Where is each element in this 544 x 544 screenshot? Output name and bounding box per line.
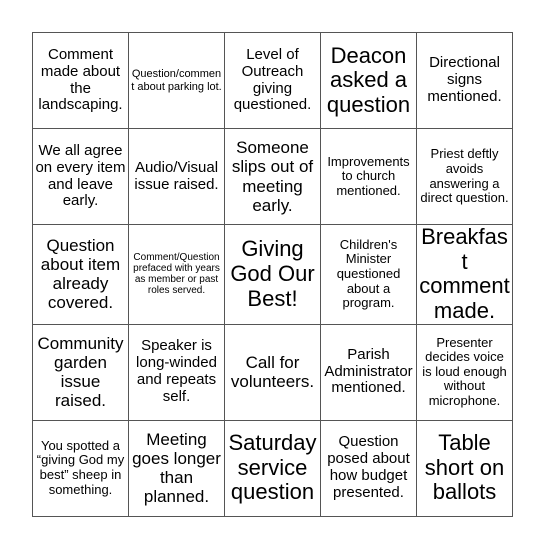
bingo-cell[interactable]: Audio/Visual issue raised. — [128, 128, 225, 225]
bingo-cell[interactable]: Community garden issue raised. — [32, 323, 129, 421]
bingo-row: Community garden issue raised. Speaker is… — [32, 323, 513, 421]
bingo-cell[interactable]: Meeting goes longer than planned. — [128, 419, 225, 517]
bingo-row: You spotted a “giving God my best” sheep… — [32, 419, 513, 517]
bingo-cell[interactable]: Comment made about the landscaping. — [32, 32, 129, 129]
bingo-cell[interactable]: Saturday service question — [224, 419, 321, 517]
bingo-cell[interactable]: Question/comment about parking lot. — [128, 32, 225, 129]
bingo-cell[interactable]: Directional signs mentioned. — [416, 32, 513, 129]
bingo-cell[interactable]: Children's Minister questioned about a p… — [320, 224, 417, 325]
bingo-cell[interactable]: Improvements to church mentioned. — [320, 128, 417, 225]
bingo-cell[interactable]: Speaker is long-winded and repeats self. — [128, 323, 225, 421]
bingo-cell[interactable]: Deacon asked a question — [320, 32, 417, 129]
bingo-cell[interactable]: Priest deftly avoids answering a direct … — [416, 128, 513, 225]
bingo-cell[interactable]: Table short on ballots — [416, 419, 513, 517]
bingo-cell[interactable]: Level of Outreach giving questioned. — [224, 32, 321, 129]
bingo-board: Comment made about the landscaping. Quest… — [32, 32, 513, 517]
bingo-row: Comment made about the landscaping. Quest… — [32, 32, 513, 129]
bingo-cell[interactable]: Call for volunteers. — [224, 323, 321, 421]
bingo-cell[interactable]: Comment/Question prefaced with years as … — [128, 224, 225, 325]
bingo-row: We all agree on every item and leave ear… — [32, 128, 513, 225]
bingo-cell[interactable]: Someone slips out of meeting early. — [224, 128, 321, 225]
bingo-cell[interactable]: Presenter decides voice is loud enough w… — [416, 323, 513, 421]
bingo-cell[interactable]: Question about item already covered. — [32, 224, 129, 325]
bingo-cell[interactable]: Giving God Our Best! — [224, 224, 321, 325]
bingo-cell[interactable]: Parish Administrator mentioned. — [320, 323, 417, 421]
bingo-row: Question about item already covered. Comm… — [32, 224, 513, 325]
bingo-cell[interactable]: Question posed about how budget presente… — [320, 419, 417, 517]
bingo-cell[interactable]: Breakfast comment made. — [416, 224, 513, 325]
bingo-cell[interactable]: You spotted a “giving God my best” sheep… — [32, 419, 129, 517]
bingo-cell[interactable]: We all agree on every item and leave ear… — [32, 128, 129, 225]
